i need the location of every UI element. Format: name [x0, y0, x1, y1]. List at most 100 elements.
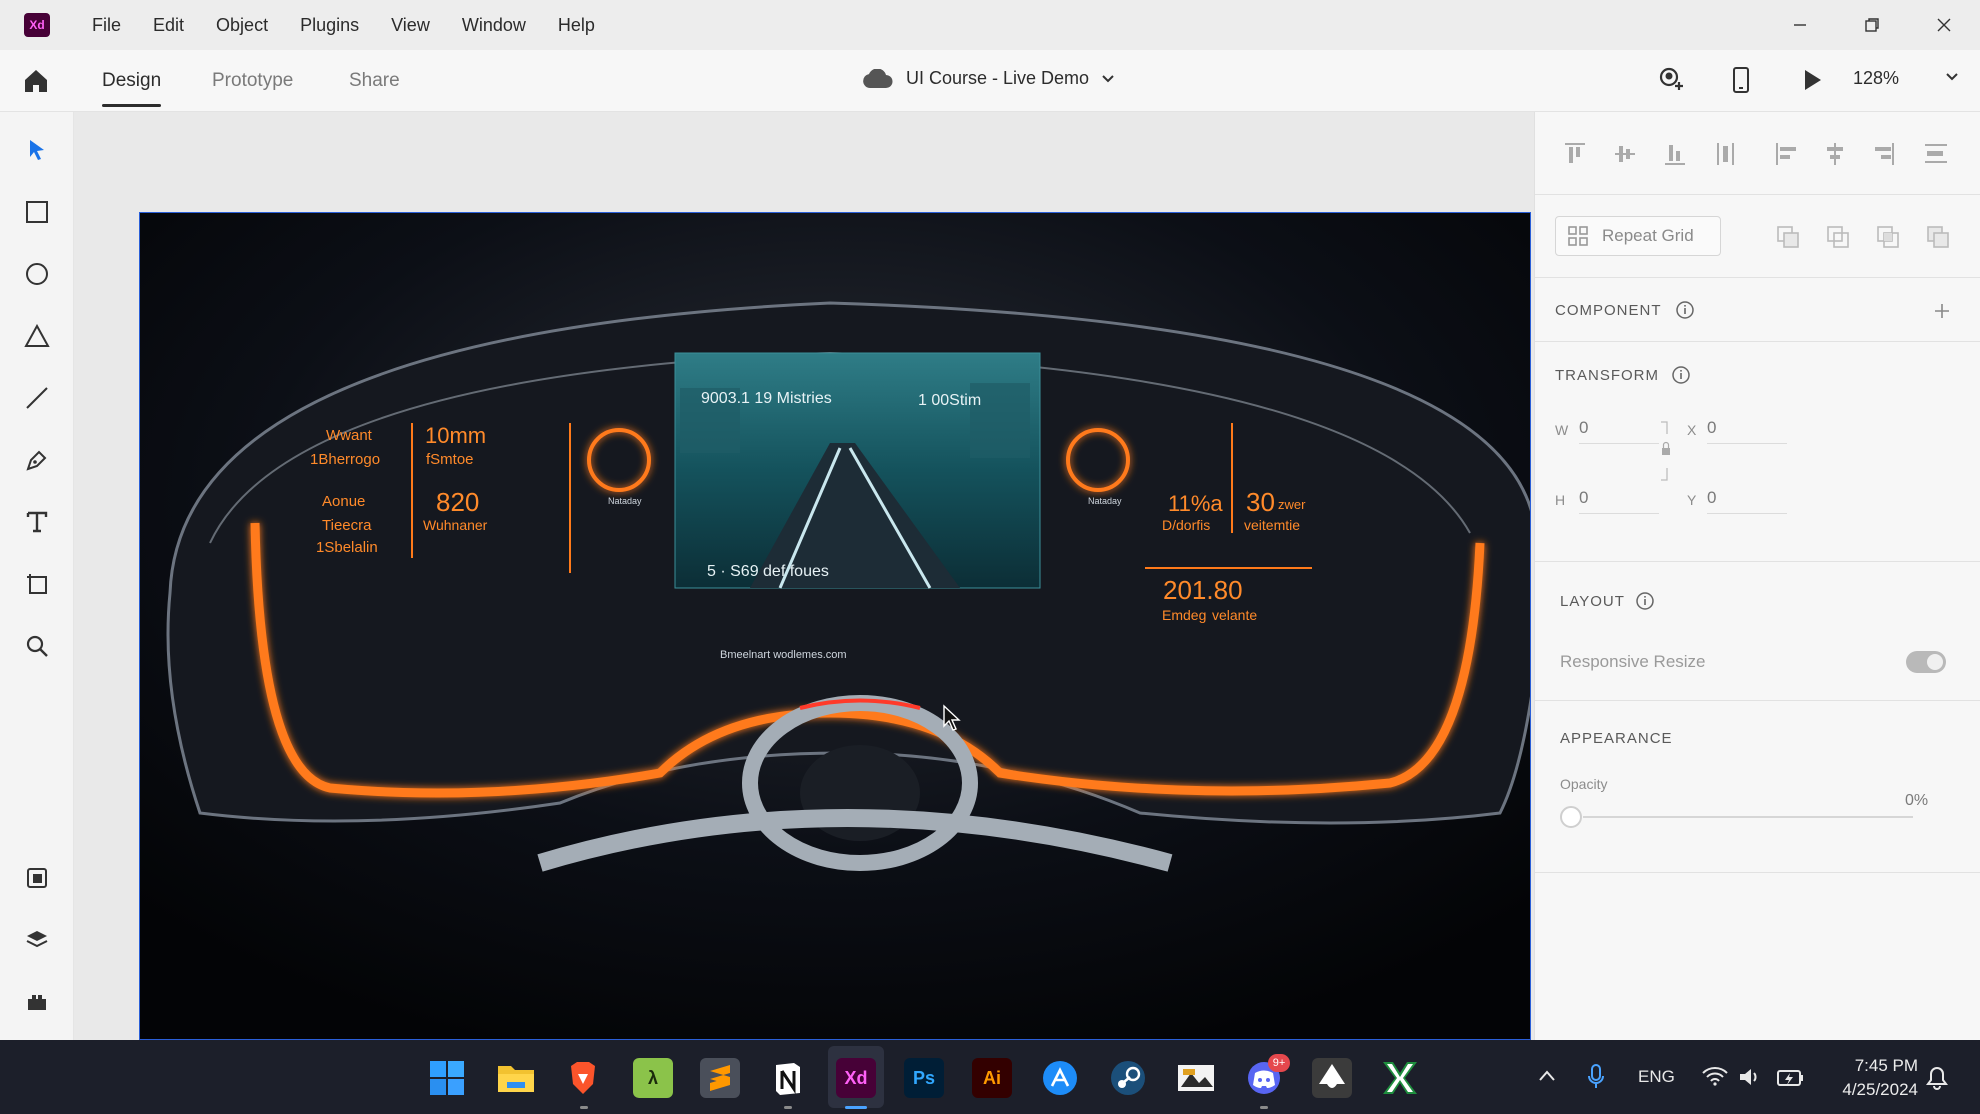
device-preview-icon[interactable] [1730, 66, 1752, 94]
taskbar-inkscape[interactable] [1312, 1058, 1352, 1098]
menu-plugins[interactable]: Plugins [300, 15, 359, 36]
add-component-icon[interactable] [1933, 302, 1951, 320]
notification-bell-icon[interactable] [1926, 1066, 1948, 1090]
layers-panel-button[interactable] [23, 926, 51, 954]
taskbar-notion[interactable] [768, 1058, 808, 1098]
distribute-vertical-icon[interactable] [1713, 140, 1737, 168]
divider [1535, 194, 1980, 195]
select-tool[interactable] [23, 136, 51, 164]
taskbar-brave[interactable] [563, 1058, 603, 1098]
adobe-xd-logo: Xd [24, 13, 50, 37]
ellipse-tool[interactable] [23, 260, 51, 288]
menu-edit[interactable]: Edit [153, 15, 184, 36]
info-icon[interactable] [1635, 591, 1655, 611]
volume-icon[interactable] [1738, 1066, 1762, 1088]
property-inspector: Repeat Grid COMPONENT TRANSFORM W 0 X 0 … [1534, 112, 1980, 1040]
running-indicator [580, 1106, 588, 1109]
boolean-intersect-icon[interactable] [1875, 224, 1901, 250]
input-language[interactable]: ENG [1638, 1067, 1675, 1087]
zoom-chevron-down-icon[interactable] [1945, 72, 1959, 82]
menu-view[interactable]: View [391, 15, 430, 36]
align-right-icon[interactable] [1873, 140, 1897, 168]
text-tool[interactable] [23, 508, 51, 536]
document-title[interactable]: UI Course - Live Demo [862, 68, 1115, 89]
plugins-panel-button[interactable] [23, 988, 51, 1016]
minimize-button[interactable] [1764, 0, 1836, 50]
taskbar-excel[interactable] [1380, 1058, 1420, 1098]
taskbar-file-explorer[interactable] [496, 1058, 536, 1098]
tab-prototype[interactable]: Prototype [212, 70, 293, 92]
wifi-icon[interactable] [1702, 1066, 1728, 1086]
artboard[interactable]: Wwant 1Bherrogo 10mm fSmtoe Aonue Tieecr… [139, 212, 1531, 1040]
height-label: H [1555, 492, 1566, 508]
cloud-icon [863, 68, 893, 88]
boolean-subtract-icon[interactable] [1825, 224, 1851, 250]
taskbar-media-app[interactable] [1176, 1058, 1216, 1098]
pen-tool[interactable] [23, 446, 51, 474]
rectangle-tool[interactable] [23, 198, 51, 226]
zoom-level[interactable]: 128% [1853, 68, 1899, 89]
taskbar-steam[interactable] [1108, 1058, 1148, 1098]
opacity-slider-handle[interactable] [1560, 806, 1582, 828]
restore-button[interactable] [1836, 0, 1908, 50]
menu-bar: File Edit Object Plugins View Window Hel… [92, 15, 627, 36]
align-bottom-icon[interactable] [1663, 140, 1687, 168]
taskbar-photoshop[interactable]: Ps [904, 1058, 944, 1098]
hud-label: Tieecra [322, 517, 372, 534]
taskbar-adobe-xd[interactable]: Xd [836, 1058, 876, 1098]
repeat-grid-button[interactable]: Repeat Grid [1555, 216, 1721, 256]
lock-aspect-icon[interactable] [1659, 420, 1673, 482]
play-icon[interactable] [1800, 66, 1824, 94]
width-field[interactable]: 0 [1579, 412, 1659, 444]
design-canvas[interactable]: Wwant 1Bherrogo 10mm fSmtoe Aonue Tieecr… [74, 112, 1534, 1040]
show-hidden-icons-chevron-up-icon[interactable] [1538, 1068, 1556, 1082]
console-caption: Bmeelnart wodlemes.com [720, 649, 847, 661]
polygon-tool[interactable] [23, 322, 51, 350]
system-clock[interactable]: 7:45 PM 4/25/2024 [1828, 1054, 1918, 1102]
responsive-resize-toggle[interactable] [1906, 651, 1946, 673]
taskbar-sublime[interactable] [700, 1058, 740, 1098]
menu-file[interactable]: File [92, 15, 121, 36]
distribute-horizontal-icon[interactable] [1923, 140, 1947, 168]
inkscape-icon [1319, 1064, 1345, 1088]
hud-value: 11%a [1168, 491, 1223, 516]
menu-object[interactable]: Object [216, 15, 268, 36]
microphone-icon[interactable] [1588, 1064, 1604, 1090]
boolean-exclude-icon[interactable] [1925, 224, 1951, 250]
height-field[interactable]: 0 [1579, 482, 1659, 514]
artboard-tool[interactable] [23, 570, 51, 598]
taskbar-app-store[interactable] [1040, 1058, 1080, 1098]
share-user-icon[interactable] [1656, 66, 1684, 94]
component-section-title: COMPONENT [1555, 302, 1662, 319]
active-app-indicator [845, 1106, 867, 1109]
align-left-icon[interactable] [1773, 140, 1797, 168]
home-icon[interactable] [22, 67, 50, 95]
align-middle-icon[interactable] [1613, 140, 1637, 168]
menu-help[interactable]: Help [558, 15, 595, 36]
divider [1535, 700, 1980, 701]
info-icon[interactable] [1675, 300, 1695, 320]
taskbar-start[interactable] [427, 1058, 467, 1098]
boolean-add-icon[interactable] [1775, 224, 1801, 250]
align-center-icon[interactable] [1823, 140, 1847, 168]
zoom-tool[interactable] [23, 632, 51, 660]
tab-design[interactable]: Design [102, 70, 162, 107]
taskbar-lambda-app[interactable]: λ [633, 1058, 673, 1098]
close-button[interactable] [1908, 0, 1980, 50]
y-position-field[interactable]: 0 [1707, 482, 1787, 514]
clock-time: 7:45 PM [1854, 1056, 1918, 1075]
line-tool[interactable] [23, 384, 51, 412]
steam-icon [1111, 1061, 1145, 1095]
info-icon[interactable] [1671, 365, 1691, 385]
align-top-icon[interactable] [1563, 140, 1587, 168]
opacity-value[interactable]: 0% [1905, 792, 1928, 810]
battery-charging-icon[interactable] [1776, 1066, 1804, 1088]
menu-window[interactable]: Window [462, 15, 526, 36]
taskbar-illustrator[interactable]: Ai [972, 1058, 1012, 1098]
x-position-field[interactable]: 0 [1707, 412, 1787, 444]
windows-start-icon [430, 1061, 464, 1095]
opacity-slider-track[interactable] [1583, 816, 1913, 818]
triangle-icon [24, 324, 50, 347]
assets-panel-button[interactable] [23, 864, 51, 892]
tab-share[interactable]: Share [349, 70, 400, 92]
